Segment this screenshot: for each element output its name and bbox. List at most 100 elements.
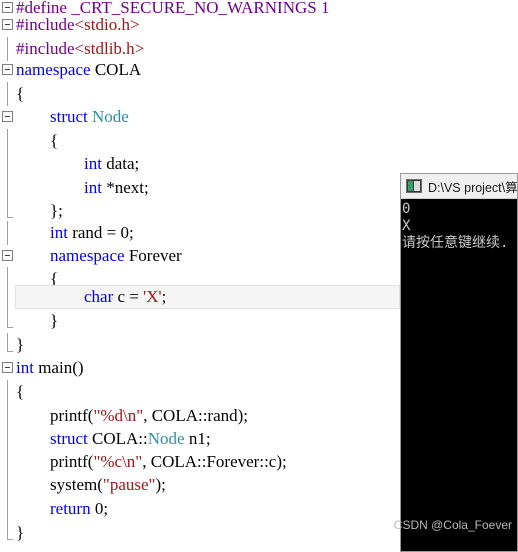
console-output-window[interactable]: D:\VS project\算 0X请按任意键继续. . . [400, 173, 518, 552]
code-token-kw: namespace [50, 246, 125, 265]
code-line-text: }; [50, 199, 63, 223]
code-token-kw: int [16, 358, 34, 377]
code-line-text: char c = 'X'; [84, 285, 166, 309]
code-line-text: int rand = 0; [50, 221, 134, 245]
fold-guide-line [7, 152, 8, 176]
fold-guide-line [7, 82, 8, 106]
code-token-pl: { [50, 131, 59, 150]
console-output-line: X [402, 218, 411, 234]
code-token-kw: char [84, 287, 114, 306]
code-line-text: int main() [16, 356, 84, 380]
code-token-pl: printf( [50, 406, 94, 425]
fold-guide-line [7, 176, 8, 200]
code-token-pre: #include [16, 39, 75, 58]
console-output-line: 请按任意键继续. . . [402, 235, 517, 251]
console-window-icon [406, 179, 422, 193]
code-token-pl: } [50, 311, 59, 330]
fold-guide-line [7, 404, 8, 428]
code-line-text: system("pause"); [50, 473, 166, 497]
code-token-kw: int [84, 178, 102, 197]
fold-guide-line [7, 309, 8, 327]
code-line-text: int data; [84, 152, 139, 176]
code-line-text: int *next; [84, 176, 149, 200]
code-line-text: printf("%d\n", COLA::rand); [50, 404, 248, 428]
fold-guide-line [7, 37, 8, 61]
code-token-str: <stdlib.h> [74, 39, 145, 58]
code-token-str: <stdio.h> [74, 15, 140, 34]
code-token-pl: c = [113, 287, 144, 306]
code-token-pl: main() [33, 358, 84, 377]
code-token-pl: 0; [90, 499, 109, 518]
code-token-pl: { [16, 382, 25, 401]
fold-guide-line [7, 380, 8, 404]
code-line-text: struct Node [50, 105, 129, 129]
console-output-text: 0X请按任意键继续. . . [401, 199, 517, 252]
code-token-pl: COLA [90, 60, 142, 79]
code-token-pl: rand = 0; [67, 223, 134, 242]
fold-guide-line [7, 521, 8, 539]
code-token-pre: #include [16, 15, 75, 34]
screenshot-root: #define _CRT_SECURE_NO_WARNINGS 1 #includ… [0, 0, 518, 552]
fold-region-end-icon [7, 539, 13, 540]
code-token-pl: , COLA::rand); [143, 406, 249, 425]
code-token-str: "%d\n" [93, 406, 144, 425]
code-token-str: 'X' [143, 287, 162, 306]
code-line-text: { [50, 129, 58, 153]
code-token-pl: } [16, 335, 25, 354]
code-line-text: } [16, 521, 24, 545]
fold-collapse-icon[interactable] [2, 2, 13, 13]
code-token-kw: struct [50, 429, 88, 448]
csdn-watermark: CSDN @Cola_Foever [393, 518, 512, 532]
fold-guide-line [7, 450, 8, 474]
code-token-pl: *next; [101, 178, 149, 197]
code-token-pl: ; [161, 287, 167, 306]
fold-guide-line [7, 221, 8, 245]
code-token-pl: }; [50, 201, 63, 220]
code-token-pl: system( [50, 475, 103, 494]
code-token-pl: } [16, 523, 25, 542]
fold-collapse-icon[interactable] [2, 111, 13, 122]
code-line-text: return 0; [50, 497, 108, 521]
code-token-pl: Forever [124, 246, 182, 265]
fold-guide-line [7, 333, 8, 351]
fold-collapse-icon[interactable] [2, 19, 13, 30]
code-token-kw: int [84, 154, 102, 173]
current-line-highlight [15, 285, 400, 309]
code-token-type: Node [92, 107, 129, 126]
console-title-text: D:\VS project\算 [428, 180, 517, 195]
fold-region-end-icon [7, 327, 13, 328]
code-line-text: struct COLA::Node n1; [50, 427, 211, 451]
code-token-pl: printf( [50, 452, 94, 471]
code-token-kw: int [50, 223, 68, 242]
fold-region-end-icon [7, 217, 13, 218]
fold-guide-line [7, 199, 8, 217]
console-title-bar[interactable]: D:\VS project\算 [401, 174, 517, 199]
code-token-type: Node [147, 429, 185, 448]
code-token-kw: return [50, 499, 91, 518]
code-token-str: "%c\n" [93, 452, 143, 471]
code-line-text: namespace Forever [50, 244, 182, 268]
fold-guide-line [7, 473, 8, 497]
fold-collapse-icon[interactable] [2, 64, 13, 75]
code-token-kw: namespace [16, 60, 91, 79]
fold-collapse-icon[interactable] [2, 250, 13, 261]
fold-guide-line [7, 285, 8, 309]
code-token-pl: COLA:: [87, 429, 148, 448]
fold-guide-line [7, 129, 8, 153]
fold-guide-line [7, 497, 8, 521]
fold-guide-line [7, 427, 8, 451]
code-line-text: #include<stdio.h> [16, 13, 140, 37]
folding-margin[interactable] [0, 0, 15, 552]
code-token-pl: { [16, 84, 25, 103]
code-token-pl: ); [155, 475, 166, 494]
code-token-pl: n1; [184, 429, 211, 448]
code-token-pl: , COLA::Forever::c); [142, 452, 287, 471]
console-output-line: 0 [402, 201, 411, 217]
code-token-pl: data; [101, 154, 140, 173]
code-line-text: { [16, 82, 24, 106]
fold-region-end-icon [7, 351, 13, 352]
code-line-text: namespace COLA [16, 58, 141, 82]
code-line-text: } [16, 333, 24, 357]
code-token-str: "pause" [102, 475, 156, 494]
fold-collapse-icon[interactable] [2, 362, 13, 373]
